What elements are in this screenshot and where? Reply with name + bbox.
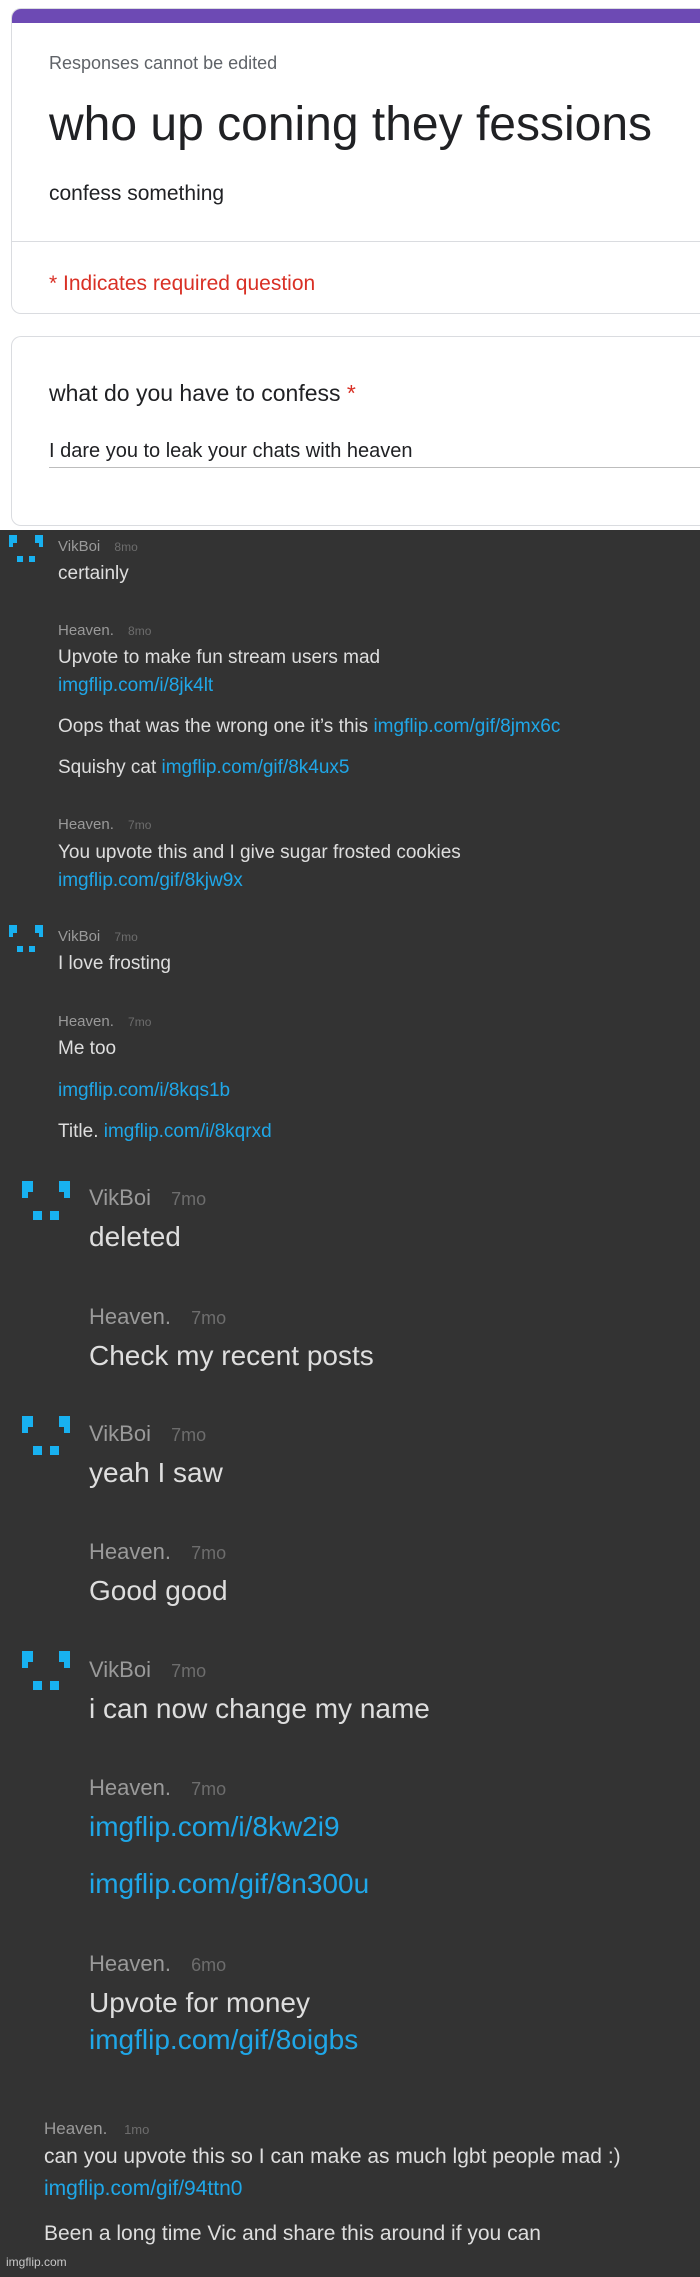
author-name[interactable]: Heaven. <box>58 622 114 639</box>
message-text: Been a long time Vic and share this arou… <box>44 2222 541 2245</box>
timestamp: 7mo <box>191 1308 227 1328</box>
message-header: VikBoi 7mo <box>89 1185 206 1211</box>
timestamp: 7mo <box>128 1015 152 1029</box>
timestamp: 1mo <box>124 2122 150 2137</box>
required-note: * Indicates required question <box>49 272 316 295</box>
user-avatar-icon <box>22 1651 70 1691</box>
message-text: Check my recent posts <box>89 1340 374 1371</box>
message-link[interactable]: imgflip.com/gif/8n300u <box>89 1868 369 1900</box>
message-header: Heaven. 8mo <box>58 622 151 639</box>
chat-thread: VikBoi 8mo certainly Heaven. 8mo Upvote … <box>0 530 700 2277</box>
message-link[interactable]: imgflip.com/gif/8kjw9x <box>58 870 243 892</box>
timestamp: 7mo <box>128 818 152 832</box>
message-line: Squishy cat imgflip.com/gif/8k4ux5 <box>58 757 349 779</box>
message-text: i can now change my name <box>89 1693 430 1724</box>
timestamp: 7mo <box>171 1661 207 1681</box>
question-card: what do you have to confess * I dare you… <box>11 336 700 526</box>
message-text: deleted <box>89 1221 181 1252</box>
message-line: Oops that was the wrong one it’s this im… <box>58 716 560 738</box>
author-name[interactable]: VikBoi <box>58 538 100 555</box>
watermark: imgflip.com <box>6 2255 67 2269</box>
responses-note: Responses cannot be edited <box>49 53 278 73</box>
form-title: who up coning they fessions <box>49 98 653 151</box>
message-header: VikBoi 8mo <box>58 538 138 555</box>
message-header: Heaven. 7mo <box>89 1539 226 1565</box>
message-header: Heaven. 7mo <box>58 816 151 833</box>
message-text: I love frosting <box>58 953 171 974</box>
author-name[interactable]: Heaven. <box>89 1775 171 1800</box>
timestamp: 7mo <box>191 1543 227 1563</box>
message-header: Heaven. 7mo <box>58 1013 151 1030</box>
required-star: * <box>346 380 356 406</box>
message-header: VikBoi 7mo <box>89 1657 206 1683</box>
message-text: Upvote to make fun stream users mad <box>58 647 381 668</box>
message-header: Heaven. 1mo <box>44 2119 149 2139</box>
message-header: VikBoi 7mo <box>89 1421 206 1447</box>
timestamp: 7mo <box>171 1425 207 1445</box>
message-line: Title. imgflip.com/i/8kqrxd <box>58 1121 272 1143</box>
message-link[interactable]: imgflip.com/gif/8oigbs <box>89 2024 358 2056</box>
message-header: Heaven. 7mo <box>89 1304 226 1330</box>
user-avatar-icon <box>22 1181 70 1221</box>
author-name[interactable]: VikBoi <box>89 1421 151 1446</box>
message-link[interactable]: imgflip.com/gif/8jmx6c <box>373 716 560 737</box>
message-header: Heaven. 7mo <box>89 1775 226 1801</box>
divider <box>12 241 700 242</box>
message-text: Title. <box>58 1121 104 1142</box>
author-name[interactable]: VikBoi <box>89 1657 151 1682</box>
author-name[interactable]: Heaven. <box>89 1539 171 1564</box>
message-link[interactable]: imgflip.com/i/8kqrxd <box>104 1121 272 1142</box>
answer-field[interactable]: I dare you to leak your chats with heave… <box>49 440 700 468</box>
message-link[interactable]: imgflip.com/i/8kqs1b <box>58 1080 230 1102</box>
author-name[interactable]: Heaven. <box>89 1304 171 1329</box>
message-text: Good good <box>89 1575 228 1606</box>
message-text: Oops that was the wrong one it’s this <box>58 716 374 737</box>
message-text: Upvote for money <box>89 1987 310 2018</box>
message-text: certainly <box>58 563 129 584</box>
user-avatar-icon <box>22 1416 70 1456</box>
timestamp: 6mo <box>191 1955 227 1975</box>
message-link[interactable]: imgflip.com/i/8jk4lt <box>58 675 213 697</box>
user-avatar-icon <box>9 925 43 955</box>
author-name[interactable]: VikBoi <box>58 928 100 945</box>
message-text: Me too <box>58 1038 117 1059</box>
timestamp: 7mo <box>114 930 138 944</box>
message-link[interactable]: imgflip.com/gif/94ttn0 <box>44 2177 242 2201</box>
form-accent-band <box>12 9 700 23</box>
message-text: can you upvote this so I can make as muc… <box>44 2145 621 2168</box>
question-label: what do you have to confess * <box>49 380 356 407</box>
form-area: Responses cannot be edited who up coning… <box>0 0 700 530</box>
message-text: yeah I saw <box>89 1457 223 1488</box>
author-name[interactable]: Heaven. <box>44 2119 107 2138</box>
question-text: what do you have to confess <box>49 380 341 406</box>
message-link[interactable]: imgflip.com/i/8kw2i9 <box>89 1811 340 1843</box>
author-name[interactable]: Heaven. <box>89 1951 171 1976</box>
timestamp: 8mo <box>114 540 138 554</box>
timestamp: 7mo <box>171 1189 207 1209</box>
message-header: Heaven. 6mo <box>89 1951 226 1977</box>
author-name[interactable]: Heaven. <box>58 1013 114 1030</box>
message-link[interactable]: imgflip.com/gif/8k4ux5 <box>162 757 350 778</box>
author-name[interactable]: Heaven. <box>58 816 114 833</box>
message-text: Squishy cat <box>58 757 162 778</box>
timestamp: 8mo <box>128 624 152 638</box>
form-header-card: Responses cannot be edited who up coning… <box>11 8 700 314</box>
form-description: confess something <box>49 182 225 205</box>
author-name[interactable]: VikBoi <box>89 1185 151 1210</box>
user-avatar-icon <box>9 535 43 565</box>
timestamp: 7mo <box>191 1779 227 1799</box>
message-header: VikBoi 7mo <box>58 928 138 945</box>
message-text: You upvote this and I give sugar frosted… <box>58 842 461 863</box>
